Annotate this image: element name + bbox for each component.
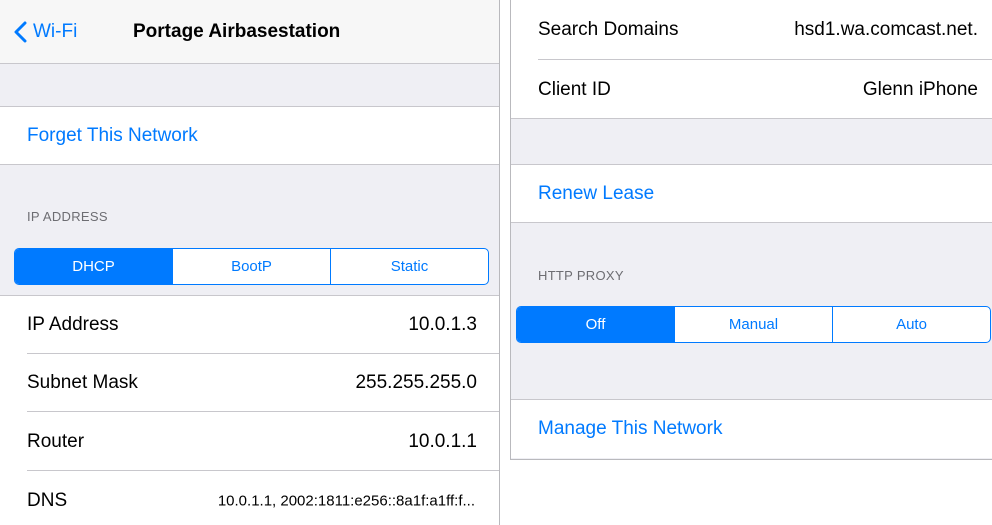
segment-bootp[interactable]: BootP: [172, 249, 330, 284]
segment-dhcp[interactable]: DHCP: [15, 249, 172, 284]
renew-lease-row[interactable]: Renew Lease: [511, 164, 992, 223]
chevron-left-icon: [14, 21, 27, 43]
back-button[interactable]: Wi-Fi: [14, 16, 77, 48]
segment-auto[interactable]: Auto: [832, 307, 990, 342]
segment-static[interactable]: Static: [330, 249, 488, 284]
client-id-row[interactable]: Client ID Glenn iPhone: [511, 60, 992, 119]
search-domains-label: Search Domains: [538, 19, 679, 40]
ip-address-label: IP Address: [27, 313, 119, 335]
ip-address-value: 10.0.1.3: [408, 313, 477, 335]
router-label: Router: [27, 430, 85, 452]
page-title: Portage Airbasestation: [133, 21, 341, 42]
client-id-label: Client ID: [538, 78, 611, 100]
ip-address-header: IP ADDRESS: [27, 209, 108, 224]
router-value: 10.0.1.1: [408, 430, 477, 452]
manage-network-row[interactable]: Manage This Network: [511, 399, 992, 458]
navigation-bar: Wi-Fi Portage Airbasestation: [0, 0, 499, 64]
renew-lease-button[interactable]: Renew Lease: [538, 183, 654, 205]
forget-network-button[interactable]: Forget This Network: [27, 125, 198, 147]
http-proxy-header: HTTP PROXY: [538, 268, 624, 283]
segment-manual[interactable]: Manual: [674, 307, 832, 342]
ip-address-row: IP Address 10.0.1.3: [0, 295, 499, 354]
left-panel: Wi-Fi Portage Airbasestation Forget This…: [0, 0, 500, 525]
segment-off[interactable]: Off: [517, 307, 674, 342]
search-domains-value: hsd1.wa.comcast.net.: [794, 19, 978, 40]
proxy-mode-segmented-control[interactable]: Off Manual Auto: [516, 306, 991, 343]
search-domains-row: Search Domains hsd1.wa.comcast.net.: [511, 0, 992, 60]
dns-label: DNS: [27, 490, 68, 511]
router-row: Router 10.0.1.1: [0, 412, 499, 471]
forget-network-row[interactable]: Forget This Network: [0, 106, 499, 165]
ip-mode-segmented-control[interactable]: DHCP BootP Static: [14, 248, 489, 285]
subnet-mask-value: 255.255.255.0: [355, 372, 477, 393]
dns-row[interactable]: DNS 10.0.1.1, 2002:1811:e256::8a1f:a1ff:…: [0, 471, 499, 525]
right-panel: Search Domains hsd1.wa.comcast.net. Clie…: [510, 0, 992, 460]
manage-network-button[interactable]: Manage This Network: [538, 418, 722, 440]
subnet-mask-label: Subnet Mask: [27, 372, 138, 393]
back-label: Wi-Fi: [33, 21, 78, 42]
client-id-value: Glenn iPhone: [862, 78, 978, 100]
dns-value: 10.0.1.1, 2002:1811:e256::8a1f:a1ff:f...: [217, 492, 475, 510]
subnet-mask-row: Subnet Mask 255.255.255.0: [0, 354, 499, 412]
